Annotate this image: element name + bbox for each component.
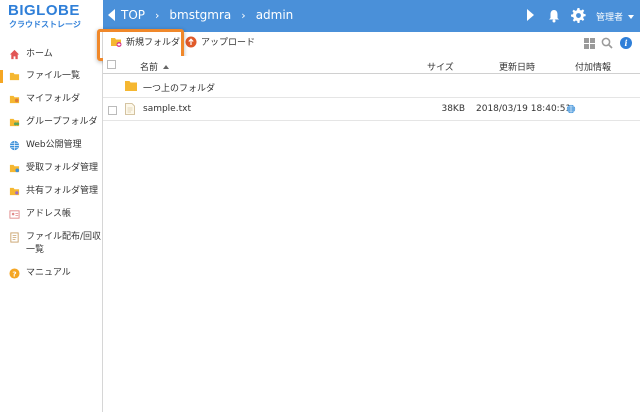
shared-folder-icon — [9, 187, 20, 196]
chevron-down-icon[interactable] — [628, 15, 634, 19]
new-folder-label: 新規フォルダ — [126, 38, 181, 48]
bell-icon[interactable] — [548, 9, 560, 23]
upload-button[interactable]: アップロード — [185, 35, 255, 48]
sidebar-item-distribution[interactable]: ファイル配布/回収一覧 — [0, 231, 102, 257]
sidebar-item-my-folder[interactable]: マイフォルダ — [0, 93, 102, 106]
file-table-header: 名前 サイズ 更新日時 付加情報 — [103, 56, 640, 74]
grid-view-icon[interactable] — [584, 38, 595, 49]
sidebar-item-label: ホーム — [26, 49, 53, 59]
sidebar-item-file-list[interactable]: ファイル一覧 — [0, 70, 102, 83]
sidebar: ホーム ファイル一覧 マイフォルダ グループフォルダ Web公開管理 受取フォル… — [0, 32, 103, 412]
breadcrumb-top[interactable]: TOP — [121, 8, 145, 22]
nav-forward-icon[interactable] — [527, 9, 534, 21]
sidebar-item-receive-folder[interactable]: 受取フォルダ管理 — [0, 162, 102, 175]
my-folder-icon — [9, 95, 20, 104]
sort-ascending-icon — [163, 65, 170, 69]
globe-icon — [9, 140, 20, 151]
sidebar-item-label: ファイル一覧 — [26, 71, 81, 81]
row-checkbox[interactable] — [108, 106, 117, 115]
column-size[interactable]: サイズ — [427, 60, 454, 73]
folder-icon — [125, 81, 137, 91]
file-name[interactable]: sample.txt — [143, 104, 191, 114]
sidebar-item-home[interactable]: ホーム — [0, 48, 102, 61]
sidebar-item-shared-folder[interactable]: 共有フォルダ管理 — [0, 185, 102, 198]
sidebar-item-label: マニュアル — [26, 268, 71, 278]
distribution-icon — [10, 232, 19, 243]
group-folder-icon — [9, 118, 20, 127]
search-icon[interactable] — [601, 37, 613, 49]
breadcrumb-user[interactable]: bmstgmra — [169, 8, 231, 22]
globe-icon[interactable] — [566, 104, 576, 114]
nav-back-icon[interactable] — [108, 9, 115, 21]
upload-icon — [185, 36, 197, 47]
brand-subtitle: クラウドストレージ — [9, 20, 81, 29]
column-name[interactable]: 名前 — [140, 60, 170, 73]
sidebar-item-address-book[interactable]: アドレス帳 — [0, 208, 102, 221]
user-menu[interactable]: 管理者 — [596, 10, 623, 23]
sidebar-item-label: Web公開管理 — [26, 140, 82, 150]
info-icon[interactable]: i — [620, 37, 632, 49]
sidebar-item-label: グループフォルダ — [26, 117, 98, 127]
column-updated[interactable]: 更新日時 — [499, 60, 535, 73]
top-bar: BIGLOBE クラウドストレージ TOP › bmstgmra › admin… — [0, 0, 640, 32]
sidebar-item-label: ファイル配布/回収一覧 — [26, 232, 102, 255]
parent-folder-label: 一つ上のフォルダ — [143, 84, 216, 94]
sidebar-item-label: アドレス帳 — [26, 209, 72, 219]
table-row[interactable]: sample.txt 38KB 2018/03/19 18:40:51 — [103, 99, 640, 121]
help-icon: ? — [9, 268, 20, 279]
folder-icon — [9, 72, 20, 81]
gear-icon[interactable] — [571, 8, 586, 23]
upload-label: アップロード — [201, 38, 256, 48]
file-updated: 2018/03/19 18:40:51 — [476, 104, 572, 114]
breadcrumb-separator: › — [155, 8, 160, 22]
file-size: 38KB — [441, 104, 465, 114]
sidebar-item-label: 受取フォルダ管理 — [26, 163, 99, 173]
sidebar-item-label: マイフォルダ — [26, 94, 81, 104]
breadcrumb-current[interactable]: admin — [256, 8, 294, 22]
brand-name: BIGLOBE — [8, 2, 80, 19]
sidebar-item-group-folder[interactable]: グループフォルダ — [0, 116, 102, 129]
receive-folder-icon — [9, 164, 20, 173]
select-all-checkbox[interactable] — [107, 60, 116, 69]
breadcrumb: TOP › bmstgmra › admin — [121, 8, 293, 22]
new-folder-button[interactable]: 新規フォルダ — [110, 35, 180, 48]
brand-logo[interactable]: BIGLOBE クラウドストレージ — [0, 0, 103, 32]
column-attached-info[interactable]: 付加情報 — [575, 60, 611, 73]
parent-folder-row[interactable]: 一つ上のフォルダ — [103, 76, 640, 98]
new-folder-icon — [111, 37, 122, 47]
toolbar: 新規フォルダ アップロード — [103, 32, 640, 56]
column-name-label: 名前 — [140, 63, 159, 73]
sidebar-item-web-publish[interactable]: Web公開管理 — [0, 139, 102, 152]
svg-text:?: ? — [12, 269, 16, 278]
address-book-icon — [9, 210, 20, 219]
text-file-icon — [125, 103, 135, 115]
sidebar-item-label: 共有フォルダ管理 — [26, 186, 99, 196]
breadcrumb-separator: › — [241, 8, 246, 22]
home-icon — [9, 49, 20, 60]
sidebar-item-manual[interactable]: ? マニュアル — [0, 267, 102, 280]
